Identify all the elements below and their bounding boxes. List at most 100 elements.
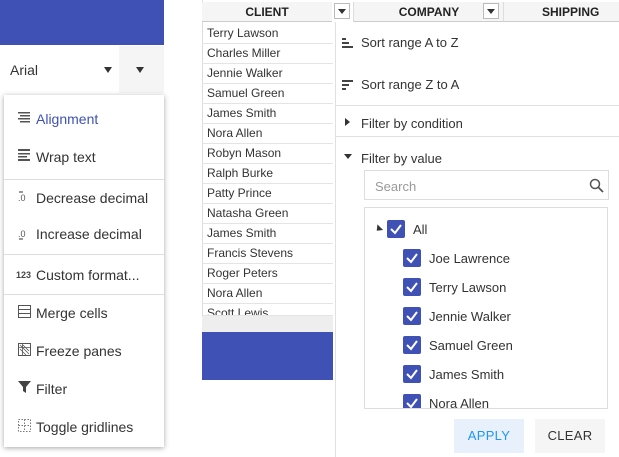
font-options-button[interactable] — [119, 46, 164, 93]
filter-by-value-item[interactable]: Filter by value — [336, 140, 619, 168]
panel-divider — [336, 136, 619, 137]
table-cell: Scott Lewis — [207, 306, 269, 316]
table-row[interactable]: Robyn Mason — [202, 143, 333, 164]
custom-format-icon: 123 — [16, 270, 32, 280]
menu-item-label: Merge cells — [36, 305, 108, 321]
table-cell: Robyn Mason — [207, 146, 282, 160]
menu-item-filter[interactable]: Filter — [4, 370, 164, 406]
table-row[interactable]: Nora Allen — [202, 123, 333, 144]
checkbox-all[interactable]: All — [387, 218, 567, 242]
column-header-shipping[interactable]: SHIPPING — [503, 2, 619, 22]
search-input[interactable] — [373, 176, 577, 196]
table-row[interactable]: Natasha Green — [202, 203, 333, 224]
checkbox-value[interactable]: Nora Allen — [403, 392, 603, 409]
table-row[interactable]: James Smith — [202, 103, 333, 124]
checkbox-checked-icon — [403, 249, 421, 267]
table-cell: Natasha Green — [207, 206, 289, 220]
column-header-client[interactable]: CLIENT — [202, 2, 332, 22]
checkbox-label: Samuel Green — [429, 338, 513, 353]
value-list: All Joe Lawrence Terry Lawson Jennie Wal… — [364, 207, 608, 409]
table-row[interactable]: Jennie Walker — [202, 63, 333, 84]
table-cell: Nora Allen — [207, 126, 263, 140]
filter-by-value-label: Filter by value — [361, 151, 442, 166]
column-menu-button[interactable] — [334, 3, 350, 19]
column-menu-button[interactable] — [483, 3, 499, 19]
wrap-text-icon — [18, 149, 32, 163]
checkbox-label: James Smith — [429, 367, 505, 382]
checkbox-checked-icon — [403, 336, 421, 354]
table-row[interactable]: Scott Lewis — [202, 303, 333, 316]
table-row[interactable]: Nora Allen — [202, 283, 333, 304]
checkbox-label: Nora Allen — [429, 396, 489, 409]
menu-item-label: Decrease decimal — [36, 190, 149, 206]
table-row[interactable]: James Smith — [202, 223, 333, 244]
caret-right-icon — [345, 118, 350, 126]
checkbox-label: Joe Lawrence — [429, 251, 510, 266]
table-cell: Ralph Burke — [207, 166, 274, 180]
freeze-panes-icon — [18, 343, 32, 357]
table-row[interactable]: Ralph Burke — [202, 163, 333, 184]
search-icon[interactable] — [589, 178, 604, 196]
checkbox-label: All — [413, 222, 428, 237]
checkbox-value[interactable]: Joe Lawrence — [403, 247, 603, 271]
menu-item-custom-format[interactable]: 123 Custom format... — [4, 256, 164, 292]
menu-item-freeze-panes[interactable]: Freeze panes — [4, 332, 164, 368]
table-row[interactable]: Samuel Green — [202, 83, 333, 104]
search-field[interactable] — [364, 170, 609, 200]
table-row[interactable]: Francis Stevens — [202, 243, 333, 264]
menu-item-increase-decimal[interactable]: .0 Increase decimal — [4, 215, 164, 251]
menu-item-alignment[interactable]: Alignment — [4, 100, 164, 136]
sort-ascending-label: Sort range A to Z — [361, 35, 459, 50]
column-header-label: COMPANY — [398, 5, 460, 19]
table-cell: Jennie Walker — [207, 66, 283, 80]
table-row[interactable]: Patty Prince — [202, 183, 333, 204]
chevron-down-icon — [136, 67, 144, 73]
chevron-down-icon — [487, 9, 495, 14]
table-row[interactable]: Roger Peters — [202, 263, 333, 284]
menu-item-wrap-text[interactable]: Wrap text — [4, 138, 164, 174]
filter-by-condition-label: Filter by condition — [361, 116, 463, 131]
gridlines-icon — [18, 419, 32, 433]
clear-button[interactable]: CLEAR — [535, 419, 605, 453]
checkbox-value[interactable]: Jennie Walker — [403, 305, 603, 329]
table-cell: Nora Allen — [207, 286, 263, 300]
table-cell: James Smith — [207, 226, 277, 240]
checkbox-checked-icon — [403, 365, 421, 383]
table-cell: Charles Miller — [207, 46, 281, 60]
sort-ascending-item[interactable]: Sort range A to Z — [336, 22, 619, 64]
horizontal-scrollbar[interactable] — [202, 316, 333, 332]
sort-descending-item[interactable]: Sort range Z to A — [336, 64, 619, 106]
checkbox-value[interactable]: James Smith — [403, 363, 603, 387]
menu-item-label: Alignment — [36, 111, 99, 127]
font-family-select[interactable]: Arial — [0, 46, 119, 93]
table-cell: Samuel Green — [207, 86, 285, 100]
sort-ascending-icon — [342, 36, 354, 51]
checkbox-value[interactable]: Terry Lawson — [403, 276, 603, 300]
checkbox-label: Terry Lawson — [429, 280, 507, 295]
column-header-label: CLIENT — [245, 5, 289, 19]
column-header-company[interactable]: COMPANY — [353, 2, 504, 22]
menu-item-label: Freeze panes — [36, 343, 122, 359]
increase-decimal-icon: .0 — [18, 226, 32, 240]
menu-item-merge-cells[interactable]: Merge cells — [4, 294, 164, 330]
chevron-down-icon — [104, 67, 112, 73]
sort-descending-label: Sort range Z to A — [361, 77, 460, 92]
collapse-icon[interactable] — [373, 224, 384, 234]
menu-item-label: Toggle gridlines — [36, 419, 134, 435]
menu-item-toggle-gridlines[interactable]: Toggle gridlines — [4, 408, 164, 444]
menu-item-decrease-decimal[interactable]: .0 Decrease decimal — [4, 179, 164, 215]
checkbox-checked-icon — [403, 307, 421, 325]
menu-item-label: Filter — [36, 381, 68, 397]
chevron-down-icon — [338, 9, 346, 14]
table-row[interactable]: Terry Lawson — [202, 23, 333, 44]
checkbox-value[interactable]: Samuel Green — [403, 334, 603, 358]
decrease-decimal-icon: .0 — [18, 190, 32, 204]
checkbox-label: Jennie Walker — [429, 309, 511, 324]
footer-bar — [202, 332, 333, 380]
menu-divider — [4, 254, 164, 255]
svg-text:.0: .0 — [18, 193, 26, 203]
caret-down-icon — [344, 154, 352, 159]
table-row[interactable]: Charles Miller — [202, 43, 333, 64]
apply-button[interactable]: APPLY — [454, 419, 524, 453]
filter-by-condition-item[interactable]: Filter by condition — [336, 106, 619, 136]
